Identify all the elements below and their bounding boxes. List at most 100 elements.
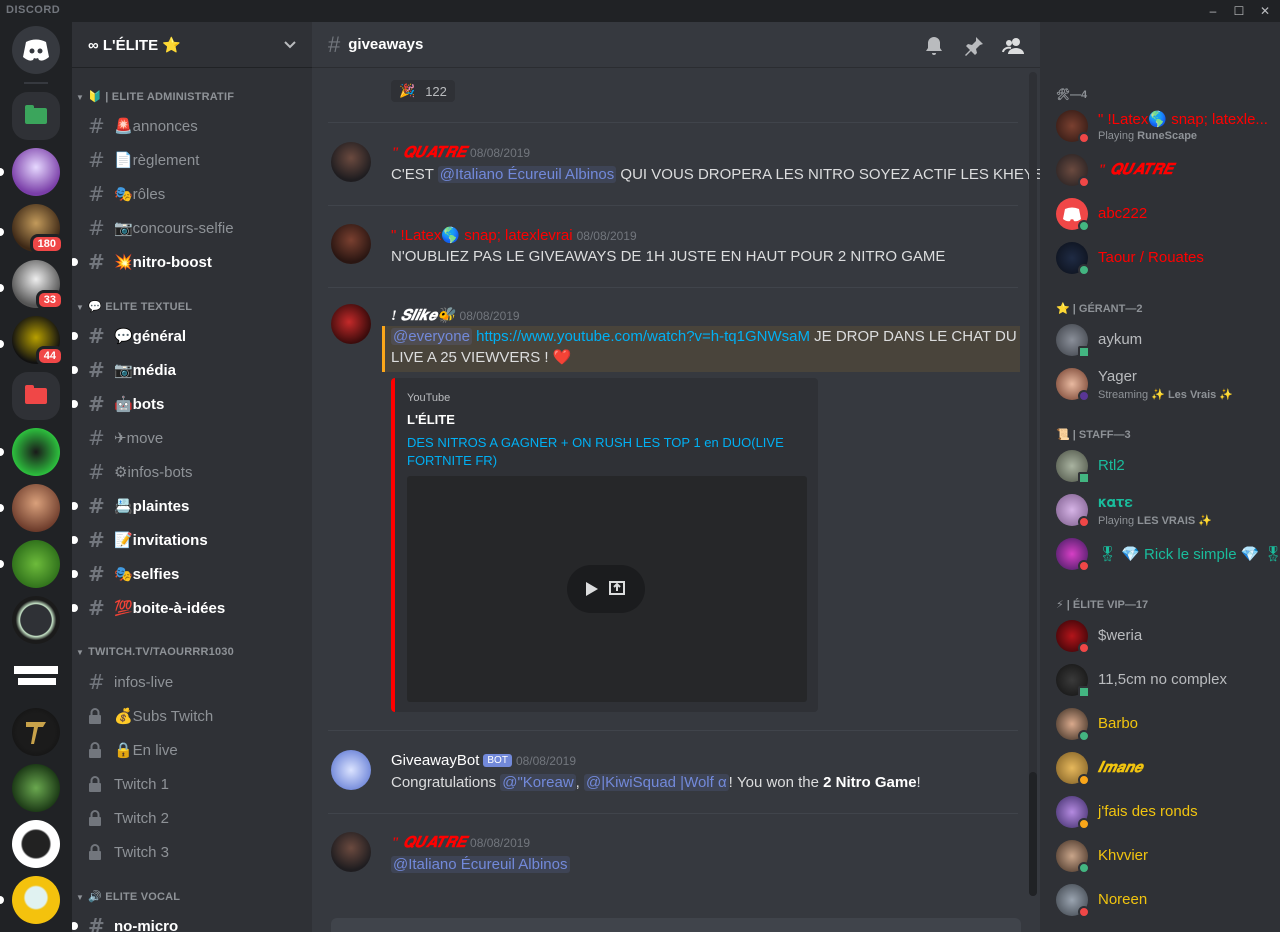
member-item[interactable]: Khvvier [1056,836,1276,876]
embed-title[interactable]: DES NITROS A GAGNER + ON RUSH LES TOP 1 … [407,434,797,470]
channel-invitations[interactable]: # 📝invitations [72,524,304,556]
reaction-emoji: 🎉 [399,83,416,98]
message-author[interactable]: GiveawayBot BOT 08/08/2019 [391,752,576,769]
channel-infos-bots[interactable]: # ⚙infos-bots [80,456,304,488]
channel-twitch-3[interactable]: Twitch 3 [80,836,304,868]
channel-sidebar: ∞ L'ÉLITE ⭐ ▼ 🔰 | ELITE ADMINISTRATIF # 🚨a… [72,22,312,932]
channel-move[interactable]: # ✈move [80,422,304,454]
avatar[interactable] [331,142,371,182]
channel-en-live[interactable]: 🔒En live [80,734,304,766]
server-icon-bear[interactable]: 180 [12,204,64,254]
user-mention[interactable]: @Italiano Écureuil Albinos [437,166,617,183]
scrollbar-thumb[interactable] [1029,772,1037,896]
member-item[interactable]: Barbo [1056,704,1276,744]
category-elite-administratif[interactable]: ▼ 🔰 | ELITE ADMINISTRATIF [76,90,234,103]
channel-reglement[interactable]: # 📄règlement [80,144,304,176]
message-author[interactable]: " !Latex🌎 snap; latexlevrai 08/08/2019 [391,226,637,244]
bell-icon[interactable] [922,34,946,58]
message-content: N'OUBLIEZ PAS LE GIVEAWAYS DE 1H JUSTE E… [391,248,945,265]
channel-no-micro[interactable]: # no-micro [72,910,304,932]
member-item[interactable]: abc222 [1056,194,1276,234]
channel-media[interactable]: # 📷média [72,354,304,386]
server-icon-skull[interactable]: 33 [12,260,64,310]
reaction-chip[interactable]: 🎉 122 [391,80,455,102]
server-icon-t[interactable] [12,708,60,756]
avatar[interactable] [331,832,371,872]
member-item[interactable]: " 𝑸𝑼𝑨𝑻𝑹𝑬 [1056,150,1276,190]
category-elite-textuel[interactable]: ▼ 💬 ELITE TEXTUEL [76,300,192,313]
chat-area: # giveaways ? 🎉 122 " 𝑸𝑼𝑨𝑻𝑹𝑬08/08/2019 C… [312,22,1040,932]
user-mention[interactable]: @Italiano Écureuil Albinos [391,856,570,873]
channel-infos-live[interactable]: # infos-live [80,666,304,698]
video-thumbnail[interactable] [407,476,807,702]
play-icon[interactable] [585,581,599,597]
external-link-icon[interactable] [609,579,627,597]
server-icon-rock[interactable] [12,596,60,644]
member-item[interactable]: j'fais des ronds [1056,792,1276,832]
channel-general[interactable]: # 💬général [72,320,304,352]
member-group-label: 🛠—4 [1056,89,1088,101]
channel-twitch-1[interactable]: Twitch 1 [80,768,304,800]
member-name: 11,5cm no complex [1098,671,1227,688]
message-text: JE DROP DANS LE CHAT DU [810,328,1017,345]
channel-plaintes[interactable]: # 📇plaintes [72,490,304,522]
channel-annonces[interactable]: # 🚨annonces [80,110,304,142]
channel-concours-selfie[interactable]: # 📷concours-selfie [80,212,304,244]
channel-bots[interactable]: # 🤖bots [72,388,304,420]
category-twitch[interactable]: ▼ TWITCH.TV/TAOURRR1030 [76,646,234,658]
member-item[interactable]: Yager Streaming ✨ Les Vrais ✨ [1056,364,1276,404]
server-icon-legends[interactable] [12,148,60,196]
server-folder-green[interactable] [12,92,60,140]
status-mobile-icon [1078,686,1090,698]
server-folder-red[interactable] [12,372,60,420]
member-item[interactable]: 𝛋𝛂𝛕𝛆 Playing LES VRAIS ✨ [1056,490,1276,530]
avatar[interactable] [331,750,371,790]
category-elite-vocal[interactable]: ▼ 🔊 ELITE VOCAL [76,890,180,903]
maximize-icon[interactable]: ☐ [1230,2,1248,20]
server-list: 180 33 44 [0,22,72,932]
server-icon-united-squad[interactable] [12,652,60,700]
minimize-icon[interactable]: – [1204,2,1222,20]
channel-roles[interactable]: # 🎭rôles [80,178,304,210]
member-name: Taour / Rouates [1098,249,1204,266]
member-item[interactable]: Taour / Rouates [1056,238,1276,278]
member-item[interactable]: aykum [1056,320,1276,360]
close-icon[interactable]: ✕ [1256,2,1274,20]
server-icon-morty[interactable] [12,876,60,924]
server-icon-helmet[interactable]: 44 [12,316,64,366]
embed-author[interactable]: L'ÉLITE [407,412,455,427]
member-item[interactable]: Noreen [1056,880,1276,920]
channel-selfies[interactable]: # 🎭selfies [72,558,304,590]
timestamp: 08/08/2019 [470,836,531,850]
server-header[interactable]: ∞ L'ÉLITE ⭐ [72,22,312,68]
message-author[interactable]: ! 𝑺𝒍𝒊𝒌𝒆🐝 08/08/2019 [391,306,520,325]
member-item[interactable]: 11,5cm no complex [1056,660,1276,700]
member-item[interactable]: 𝑰𝒎𝒂𝒏𝒆 [1056,748,1276,788]
channel-subs-twitch[interactable]: 💰Subs Twitch [80,700,304,732]
message-author[interactable]: " 𝑸𝑼𝑨𝑻𝑹𝑬 08/08/2019 [391,834,530,852]
server-icon-pepe[interactable] [12,540,60,588]
message-input[interactable] [331,918,1021,932]
server-icon-face[interactable] [12,484,60,532]
channel-twitch-2[interactable]: Twitch 2 [80,802,304,834]
member-item[interactable]: Rtl2 [1056,446,1276,486]
server-icon-black-squad[interactable] [12,820,60,868]
user-mention[interactable]: @|KiwiSquad |Wolf α [584,774,729,791]
member-item[interactable]: $weria [1056,616,1276,656]
channel-label: infos-live [114,673,174,691]
channel-boite-a-idees[interactable]: # 💯boite-à-idées [72,592,304,624]
channel-nitro-boost[interactable]: # 💥nitro-boost [72,246,304,278]
youtube-link[interactable]: https://www.youtube.com/watch?v=h-tq1GNW… [476,328,810,345]
user-mention[interactable]: @"Koreaw [500,774,576,791]
avatar[interactable] [331,304,371,344]
everyone-mention[interactable]: @everyone [391,328,472,345]
home-button[interactable] [12,26,60,74]
avatar[interactable] [331,224,371,264]
member-item[interactable]: " !Latex🌎 snap; latexle... Playing RuneSc… [1056,106,1276,146]
member-item[interactable]: 🎖 💎 Rick le simple 💎 🎖 [1056,534,1280,574]
pin-icon[interactable] [962,34,986,58]
members-icon[interactable] [1002,34,1026,58]
server-icon-skull-green[interactable] [12,764,60,812]
server-icon-green[interactable] [12,428,60,476]
message-author[interactable]: " 𝑸𝑼𝑨𝑻𝑹𝑬 08/08/2019 [391,144,530,162]
